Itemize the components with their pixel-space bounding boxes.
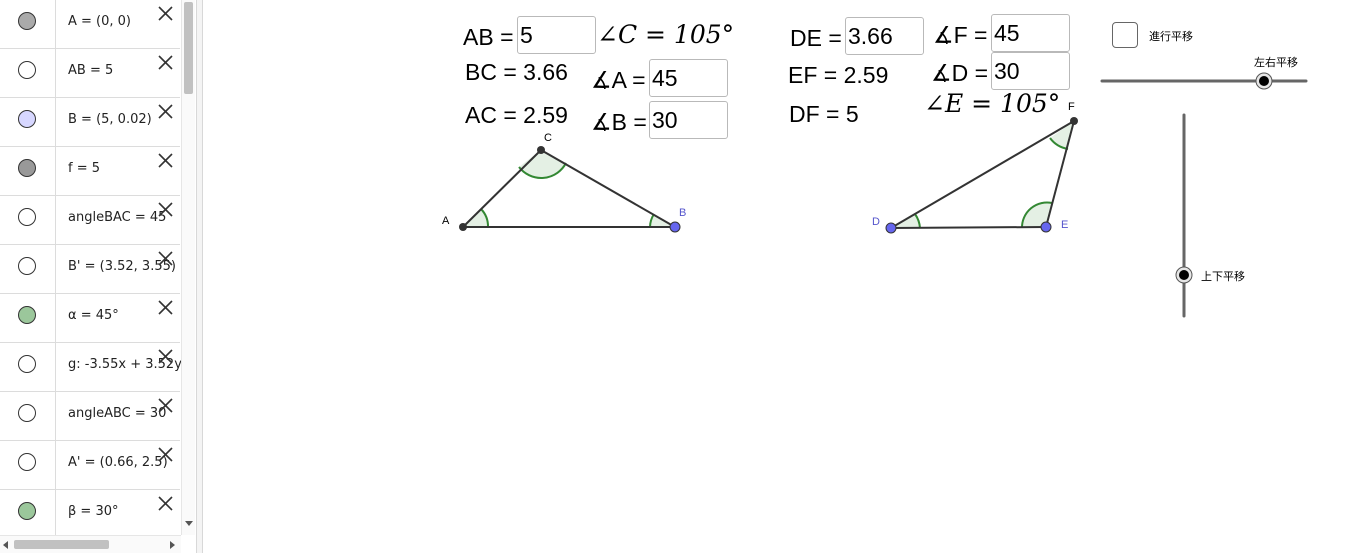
- point-e-label: E: [1061, 219, 1069, 231]
- ab-input-label: AB =: [463, 24, 514, 50]
- ef-length-text: EF = 2.59: [788, 62, 889, 88]
- angle-a-input-label: ∡A =: [591, 67, 646, 93]
- vertical-shift-slider-handle[interactable]: [1179, 270, 1189, 280]
- point-f-label: F: [1068, 101, 1075, 113]
- point-e[interactable]: [1040, 221, 1052, 233]
- segment-bc[interactable]: [540, 149, 676, 228]
- angle-b-input-label: ∡B =: [591, 109, 647, 135]
- horizontal-shift-slider-handle[interactable]: [1259, 76, 1269, 86]
- point-d[interactable]: [885, 222, 897, 234]
- angle-f-input[interactable]: 45: [991, 14, 1070, 52]
- angle-d-input[interactable]: 30: [991, 52, 1070, 90]
- point-f[interactable]: [1070, 117, 1078, 125]
- ab-input[interactable]: 5: [517, 16, 596, 54]
- segment-ac[interactable]: [462, 149, 542, 228]
- point-c-label: C: [544, 132, 552, 144]
- de-input[interactable]: 3.66: [845, 17, 924, 55]
- df-length-text: DF = 5: [789, 101, 859, 127]
- shift-checkbox[interactable]: [1112, 22, 1138, 48]
- point-a[interactable]: [459, 223, 467, 231]
- point-a-label: A: [442, 215, 450, 227]
- angle-a-input[interactable]: 45: [649, 59, 728, 97]
- bc-length-text: BC = 3.66: [465, 59, 568, 85]
- graphics-view: AB = 5 ∠C = 105° BC = 3.66 ∡A = 45 AC = …: [0, 0, 1352, 553]
- horizontal-shift-slider-label: 左右平移: [1254, 56, 1298, 69]
- shift-checkbox-label: 進行平移: [1149, 30, 1193, 43]
- point-c[interactable]: [537, 146, 545, 154]
- vertical-shift-slider-label: 上下平移: [1201, 270, 1245, 283]
- point-b[interactable]: [669, 221, 681, 233]
- angle-f-input-label: ∡F =: [933, 22, 988, 48]
- angle-e-text: ∠E = 105°: [924, 89, 1061, 118]
- angle-c-text: ∠C = 105°: [597, 20, 735, 49]
- angle-b-input[interactable]: 30: [649, 101, 728, 139]
- ac-length-text: AC = 2.59: [465, 102, 568, 128]
- angle-d-input-label: ∡D =: [931, 60, 989, 86]
- point-b-label: B: [679, 207, 687, 219]
- de-input-label: DE =: [790, 25, 842, 51]
- point-d-label: D: [872, 216, 880, 228]
- segment-de[interactable]: [890, 226, 1047, 229]
